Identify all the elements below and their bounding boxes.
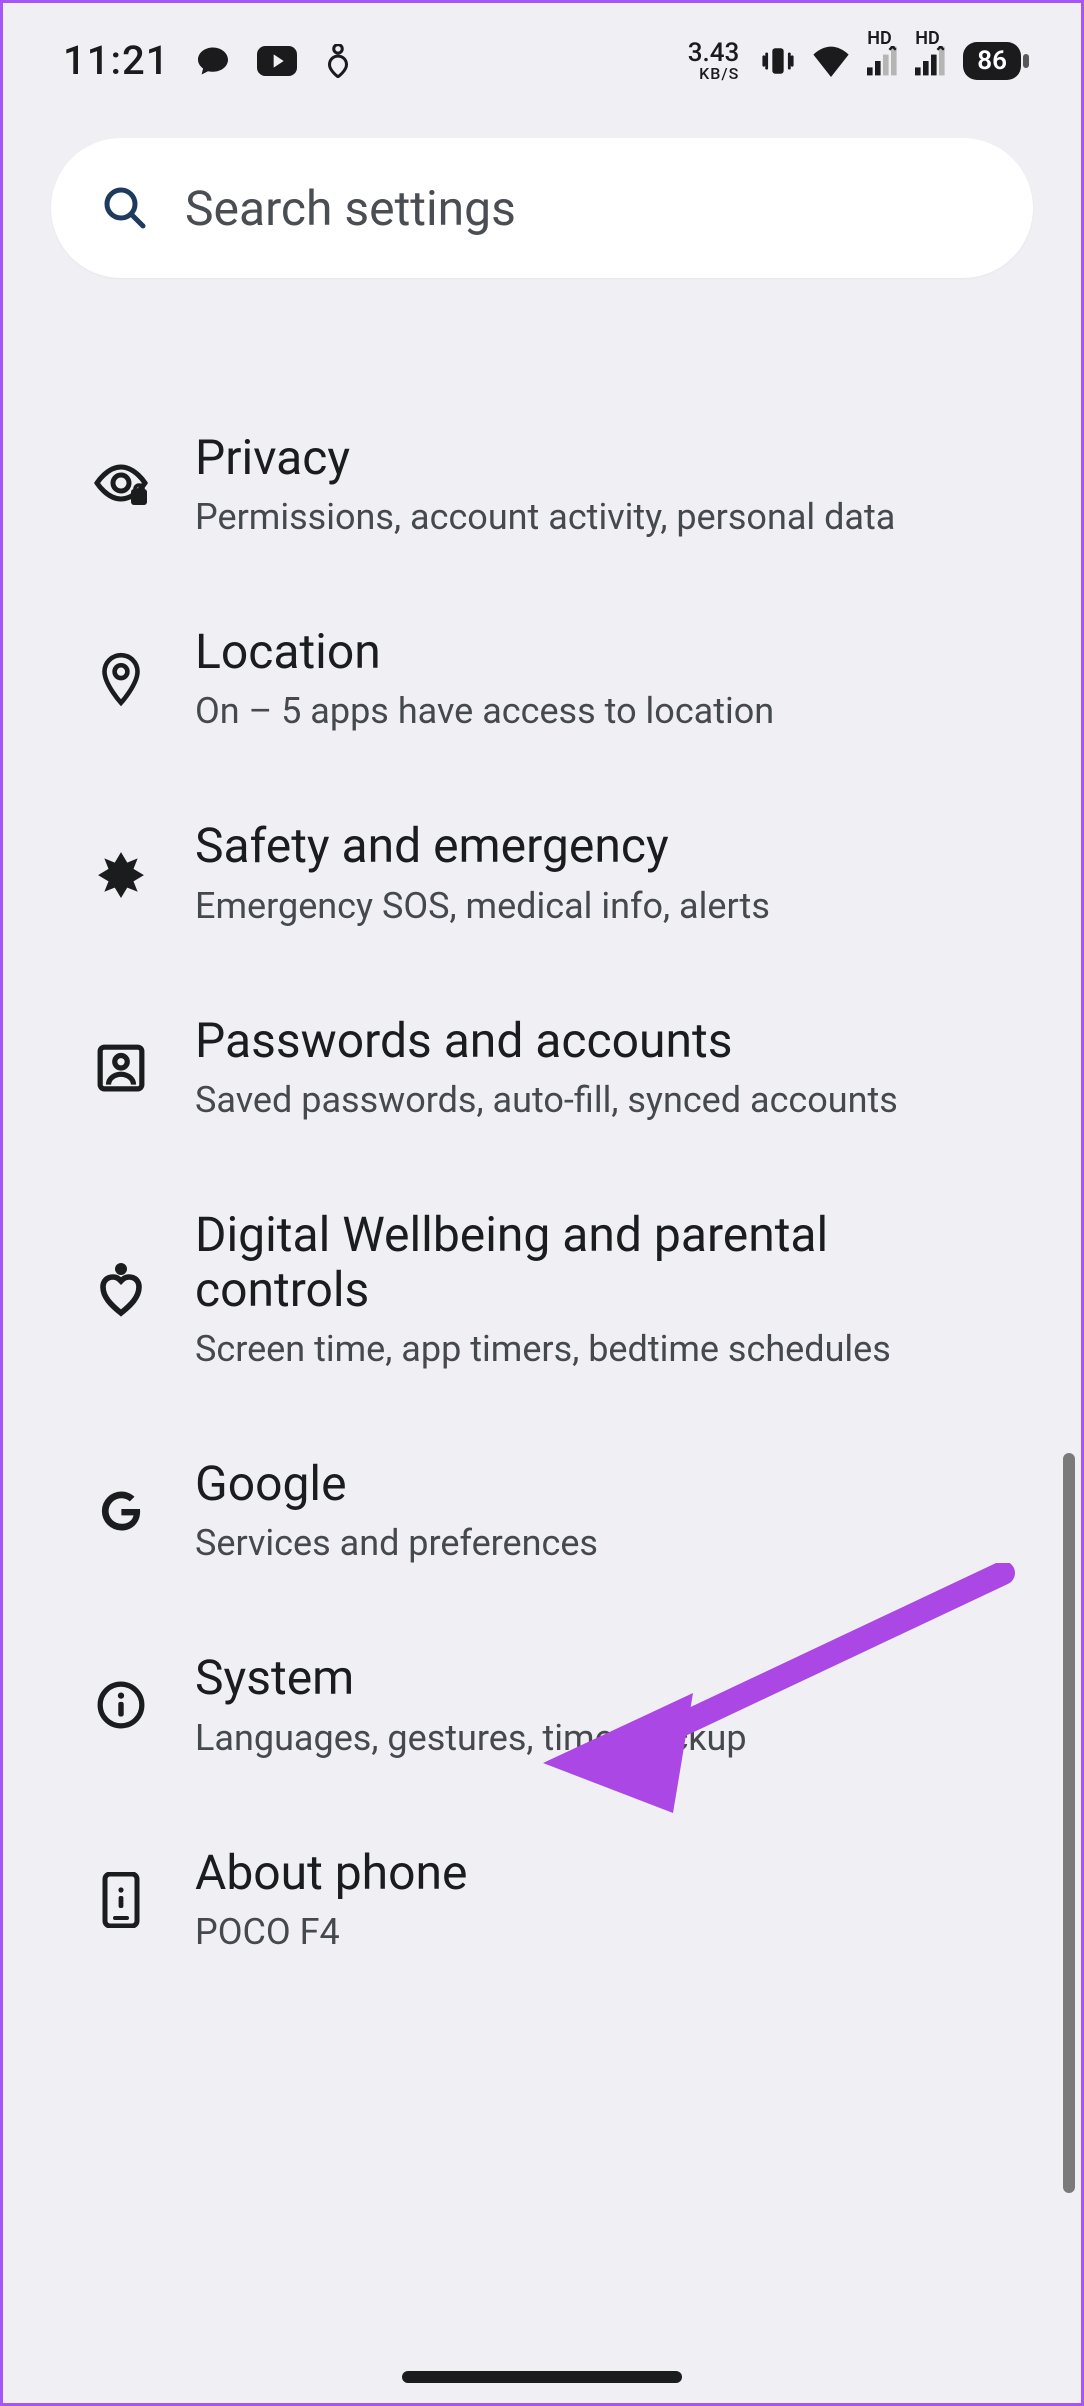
setting-title: About phone [195,1845,1013,1900]
setting-subtitle: Emergency SOS, medical info, alerts [195,884,1013,929]
location-icon [93,651,149,707]
setting-title: Location [195,624,1013,679]
status-right: 3.43 KB/S HD HD 86 [688,40,1021,82]
setting-wellbeing[interactable]: Digital Wellbeing and parental controls … [3,1165,1081,1414]
status-bar: 11:21 3.43 KB/S HD HD 86 [3,3,1081,108]
search-placeholder: Search settings [185,180,516,237]
setting-passwords[interactable]: Passwords and accounts Saved passwords, … [3,971,1081,1165]
scrollbar-thumb[interactable] [1063,1453,1075,2193]
setting-title: Privacy [195,430,1013,485]
search-section: Search settings [3,108,1081,318]
medical-icon [93,845,149,901]
location-share-icon [323,44,353,78]
setting-location[interactable]: Location On – 5 apps have access to loca… [3,582,1081,776]
status-left: 11:21 [63,37,353,84]
setting-title: Passwords and accounts [195,1013,1013,1068]
wifi-icon [811,45,851,77]
search-icon [101,184,149,232]
search-bar[interactable]: Search settings [51,138,1033,278]
setting-subtitle: POCO F4 [195,1910,1013,1955]
setting-subtitle: Permissions, account activity, personal … [195,495,1013,540]
navigation-handle[interactable] [402,2371,682,2383]
signal-sim2-icon: HD [915,46,947,76]
setting-subtitle: Screen time, app timers, bedtime schedul… [195,1327,1013,1372]
setting-title: Safety and emergency [195,818,1013,873]
setting-subtitle: Saved passwords, auto-fill, synced accou… [195,1078,1013,1123]
setting-about-phone[interactable]: About phone POCO F4 [3,1803,1081,1997]
setting-subtitle: Languages, gestures, time, backup [195,1716,1013,1761]
setting-safety[interactable]: Safety and emergency Emergency SOS, medi… [3,776,1081,970]
setting-google[interactable]: Google Services and preferences [3,1414,1081,1608]
youtube-icon [257,46,297,76]
settings-list: Privacy Permissions, account activity, p… [3,318,1081,1997]
account-box-icon [93,1040,149,1096]
phone-icon [93,1872,149,1928]
network-speed: 3.43 KB/S [688,40,740,82]
setting-subtitle: On – 5 apps have access to location [195,689,1013,734]
wellbeing-icon [93,1261,149,1317]
setting-subtitle: Services and preferences [195,1521,1013,1566]
setting-title: System [195,1650,1013,1705]
setting-system[interactable]: System Languages, gestures, time, backup [3,1608,1081,1802]
chat-icon [195,43,231,79]
info-icon [93,1677,149,1733]
signal-sim1-icon: HD [867,46,899,76]
google-icon [93,1483,149,1539]
vibrate-icon [761,43,795,79]
setting-title: Digital Wellbeing and parental controls [195,1207,1013,1317]
setting-title: Google [195,1456,1013,1511]
status-clock: 11:21 [63,37,169,84]
privacy-icon [93,457,149,513]
setting-privacy[interactable]: Privacy Permissions, account activity, p… [3,388,1081,582]
battery-indicator: 86 [963,42,1021,80]
